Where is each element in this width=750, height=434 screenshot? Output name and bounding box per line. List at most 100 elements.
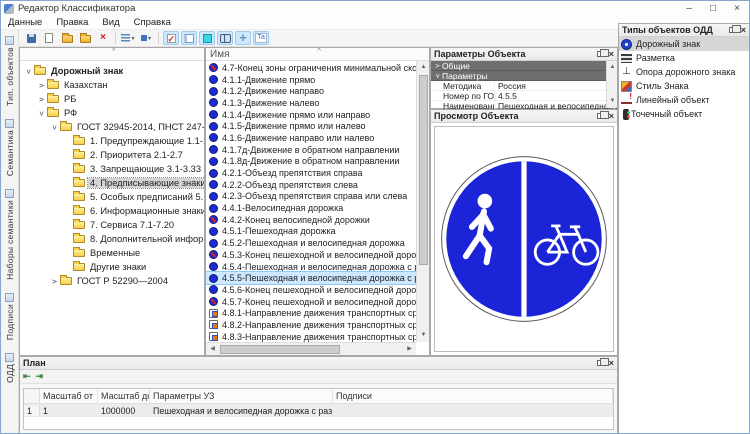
move-arrows-icon[interactable]: ✛ xyxy=(235,31,251,45)
side-tab-0[interactable]: Тип. объектов xyxy=(5,36,15,106)
maximize-button[interactable]: □ xyxy=(701,2,725,16)
tree-item[interactable]: >Казахстан xyxy=(20,78,204,92)
open-folder-icon[interactable] xyxy=(59,31,75,45)
tree-item[interactable]: >ГОСТ 32945-2014, ПНСТ 247-2017 xyxy=(20,120,204,134)
column-header[interactable]: Подписи xyxy=(333,389,613,403)
expander-icon[interactable]: > xyxy=(24,67,33,76)
sign-list-item[interactable]: 4.8.2-Направление движения транспортных … xyxy=(206,319,416,331)
section-header-params[interactable]: >Параметры xyxy=(431,71,617,81)
close-panel-icon[interactable]: × xyxy=(609,112,614,121)
tree-item[interactable]: 1. Предупреждающие 1.1-1.34.3 xyxy=(20,134,204,148)
tree-item[interactable]: Временные xyxy=(20,246,204,260)
odd-type-item[interactable]: ⊥Опора дорожного знака xyxy=(619,65,749,79)
sign-list-item[interactable]: 4.1.3-Движение налево xyxy=(206,97,416,109)
menu-item-3[interactable]: Справка xyxy=(127,17,178,28)
scroll-up-icon[interactable]: ▲ xyxy=(417,61,430,74)
binoculars-icon[interactable] xyxy=(217,31,233,45)
float-panel-icon[interactable] xyxy=(597,360,604,366)
tree-item[interactable]: 8. Дополнительной информации 8.1.1-8.24 xyxy=(20,232,204,246)
list-column-header[interactable]: Имя ^ xyxy=(206,48,429,61)
column-header[interactable]: Параметры УЗ xyxy=(150,389,333,403)
odd-type-item[interactable]: Разметка xyxy=(619,51,749,65)
horizontal-scrollbar[interactable]: ◀ ▶ xyxy=(206,342,416,355)
tree-item[interactable]: 2. Приоритета 2.1-2.7 xyxy=(20,148,204,162)
side-tab-2[interactable]: Наборы семантики xyxy=(5,189,15,280)
close-panel-icon[interactable]: × xyxy=(609,359,614,368)
tree-item[interactable]: 6. Информационные знаки 6.1-6.21.2 xyxy=(20,204,204,218)
close-panel-icon[interactable]: × xyxy=(609,50,614,59)
save-icon[interactable] xyxy=(23,31,39,45)
side-tab-3[interactable]: Подписи xyxy=(5,293,15,340)
tree-item[interactable]: 3. Запрещающие 3.1-3.33 xyxy=(20,162,204,176)
sign-list-item[interactable]: 4.5.6-Конец пешеходной и велосипедной до… xyxy=(206,284,416,296)
column-header[interactable]: Масштаб до xyxy=(98,389,150,403)
menu-item-0[interactable]: Данные xyxy=(1,17,49,28)
close-button[interactable]: × xyxy=(725,2,749,16)
scroll-left-icon[interactable]: ◀ xyxy=(206,343,219,356)
chevron-down-icon[interactable]: ▾ xyxy=(131,35,134,42)
sign-list-item[interactable]: 4.1.1-Движение прямо xyxy=(206,74,416,86)
sign-list-item[interactable]: 4.1.4-Движение прямо или направо xyxy=(206,109,416,121)
tree-item[interactable]: >Дорожный знак xyxy=(20,64,204,78)
sign-list-item[interactable]: 4.1.6-Движение направо или налево xyxy=(206,132,416,144)
menu-item-1[interactable]: Правка xyxy=(49,17,95,28)
cyan-square-icon[interactable] xyxy=(199,31,215,45)
remove-row-icon[interactable]: ⇥ xyxy=(36,372,44,381)
sign-list-item[interactable]: 4.1.5-Движение прямо или налево xyxy=(206,120,416,132)
params-scrollbar[interactable]: ▲ ▼ xyxy=(606,61,617,108)
scroll-right-icon[interactable]: ▶ xyxy=(403,343,416,356)
sign-list-item[interactable]: 4.2.1-Объезд препятствия справа xyxy=(206,167,416,179)
sign-list-item[interactable]: 4.5.5-Пешеходная и велосипедная дорожка … xyxy=(206,272,416,284)
color-square-icon[interactable]: ▾ xyxy=(138,31,154,45)
chevron-down-icon[interactable]: ▾ xyxy=(148,35,151,42)
sign-list-item[interactable]: 4.5.2-Пешеходная и велосипедная дорожка xyxy=(206,237,416,249)
scrollbar-thumb[interactable] xyxy=(419,75,428,265)
side-tab-4[interactable]: ОДД xyxy=(5,353,15,383)
column-header[interactable]: Масштаб от xyxy=(40,389,98,403)
panel-toggle-icon[interactable] xyxy=(181,31,197,45)
sign-list-item[interactable]: 4.2.2-Объезд препятствия слева xyxy=(206,179,416,191)
vertical-scrollbar[interactable]: ▲ ▼ xyxy=(416,61,429,342)
tree-item[interactable]: 7. Сервиса 7.1-7.20 xyxy=(20,218,204,232)
scroll-down-icon[interactable]: ▼ xyxy=(417,329,430,342)
sign-list-item[interactable]: 4.7-Конец зоны ограничения минимальной с… xyxy=(206,62,416,74)
side-tab-1[interactable]: Семантика xyxy=(5,119,15,176)
sign-list-item[interactable]: 4.5.3-Конец пешеходной и велосипедной до… xyxy=(206,249,416,261)
float-panel-icon[interactable] xyxy=(729,27,736,33)
sign-list-item[interactable]: 4.4.1-Велосипедная дорожка xyxy=(206,202,416,214)
expander-icon[interactable]: > xyxy=(37,95,46,104)
expander-icon[interactable]: > xyxy=(50,123,59,132)
sign-list-item[interactable]: 4.4.2-Конец велосипедной дорожки xyxy=(206,214,416,226)
tree-item[interactable]: Другие знаки xyxy=(20,260,204,274)
close-panel-icon[interactable]: × xyxy=(741,26,746,35)
tree-item[interactable]: >ГОСТ Р 52290—2004 xyxy=(20,274,204,288)
tree-item[interactable]: >РБ xyxy=(20,92,204,106)
sign-list-item[interactable]: 4.1.7д-Движение в обратном направлении xyxy=(206,144,416,156)
sign-list-item[interactable]: 4.5.1-Пешеходная дорожка xyxy=(206,226,416,238)
scroll-down-icon[interactable]: ▼ xyxy=(607,95,618,108)
sign-list-item[interactable]: 4.5.7-Конец пешеходной и велосипедной до… xyxy=(206,296,416,308)
float-panel-icon[interactable] xyxy=(597,51,604,57)
check-red-icon[interactable]: ✓ xyxy=(163,31,179,45)
sign-list-item[interactable]: 4.8.1-Направление движения транспортных … xyxy=(206,307,416,319)
sign-list-item[interactable]: 4.8.3-Направление движения транспортных … xyxy=(206,331,416,342)
odd-type-item[interactable]: Дорожный знак xyxy=(619,37,749,51)
tree-item[interactable]: >РФ xyxy=(20,106,204,120)
odd-type-item[interactable]: Стиль Знака xyxy=(619,79,749,93)
tree-column-header[interactable]: ^ xyxy=(20,48,204,61)
scrollbar-thumb[interactable] xyxy=(220,345,340,354)
param-row[interactable]: Номер по ГОСТ4.5.5 xyxy=(431,91,617,101)
folder-icon[interactable] xyxy=(77,31,93,45)
new-document-icon[interactable] xyxy=(41,31,57,45)
expander-icon[interactable]: > xyxy=(37,109,46,118)
plan-table-row[interactable]: 111000000Пешеходная и велосипедная дорож… xyxy=(24,404,613,417)
minimize-button[interactable]: – xyxy=(677,2,701,16)
tree-item[interactable]: 4. Предписывающие знаки 4.1.1-4.8.3 xyxy=(20,176,204,190)
tree-item[interactable]: 5. Особых предписаний 5.1-5.34 xyxy=(20,190,204,204)
float-panel-icon[interactable] xyxy=(597,113,604,119)
odd-type-item[interactable]: Точечный объект xyxy=(619,107,749,121)
sign-list-item[interactable]: 4.5.4-Пешеходная и велосипедная дорожка … xyxy=(206,261,416,273)
delete-icon[interactable]: × xyxy=(95,31,111,45)
expander-icon[interactable]: > xyxy=(50,277,59,286)
sign-list-item[interactable]: 4.2.3-Объезд препятствия справа или слев… xyxy=(206,191,416,203)
